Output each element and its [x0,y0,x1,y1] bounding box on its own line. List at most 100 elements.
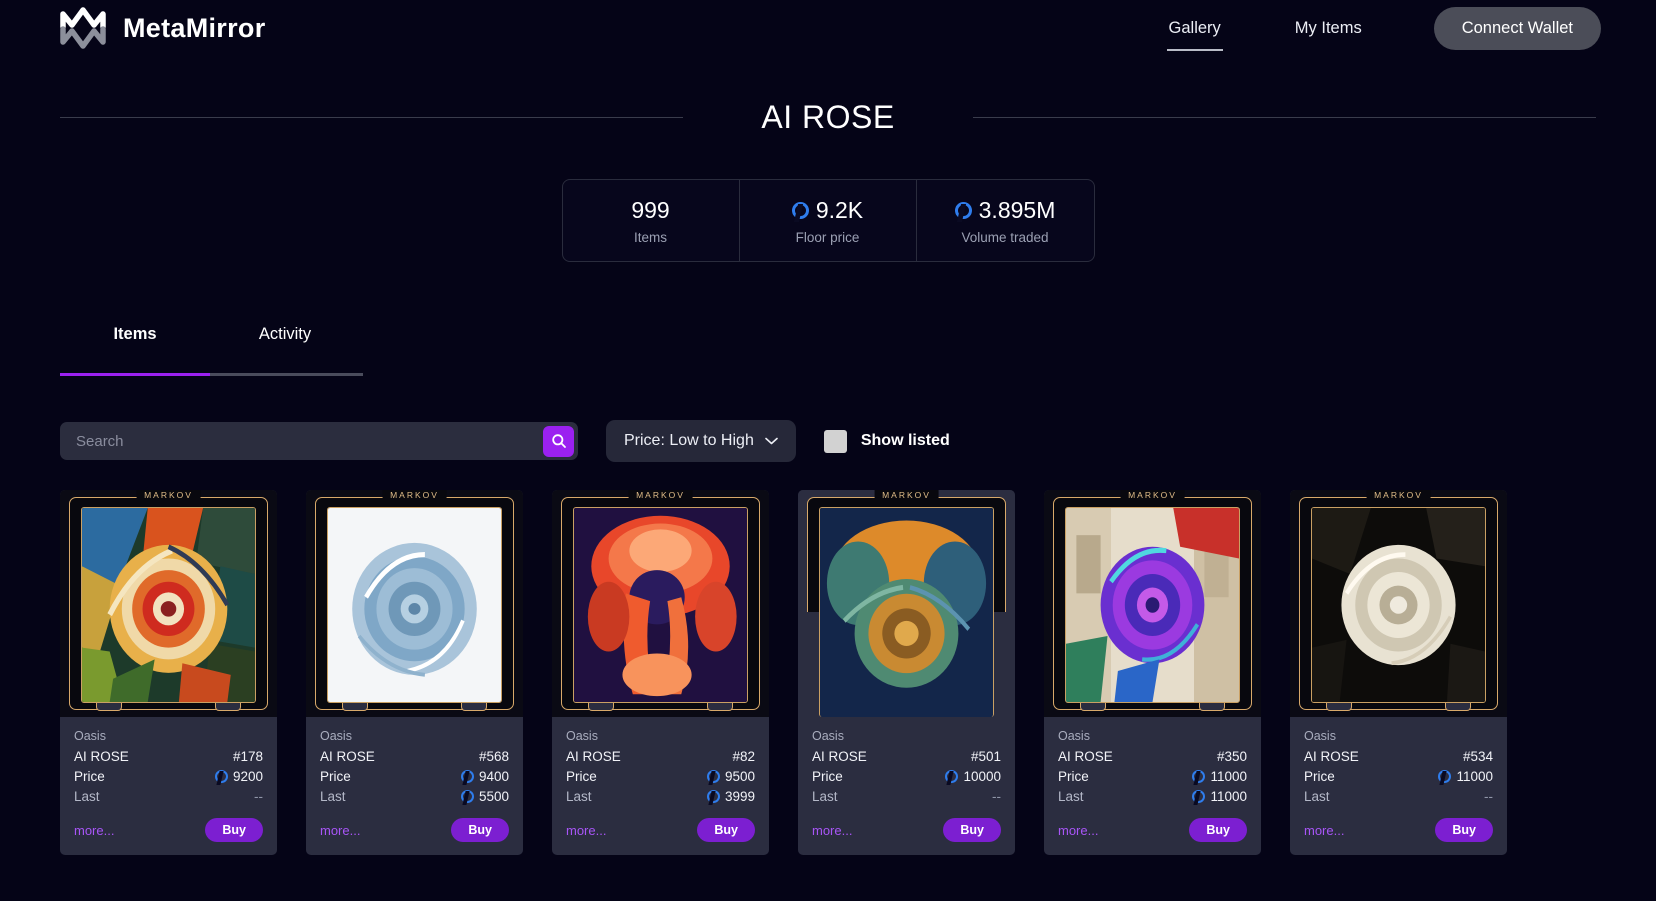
show-listed-checkbox[interactable] [823,429,847,453]
nft-frame-label: MARKOV [874,490,939,501]
nft-frame-label: MARKOV [382,490,447,501]
nft-price-row: Price 11000 [1304,769,1493,784]
nft-card-actions: more... Buy [566,818,755,843]
nft-artwork [81,507,256,704]
stat-items-value: 999 [631,197,670,223]
rose-artwork-2 [328,508,501,703]
nft-card[interactable]: MARKOV [1290,490,1507,856]
nft-last-label: Last [1304,789,1330,805]
connect-wallet-button[interactable]: Connect Wallet [1433,6,1601,50]
stat-floor-price-label: Floor price [795,230,860,246]
stat-floor-price-value: 9.2K [815,197,864,223]
nft-last-value: 5500 [478,789,509,805]
tab-items[interactable]: Items [60,325,210,376]
nft-collection: Oasis [1058,729,1090,744]
buy-button[interactable]: Buy [451,818,509,843]
chevron-down-icon [765,437,778,445]
more-link[interactable]: more... [1304,823,1344,838]
nft-last-value-wrap: 11000 [1192,789,1247,804]
nft-price-value: 11000 [1456,769,1493,785]
brand-logo[interactable]: MetaMirror [60,7,266,49]
show-listed-toggle[interactable]: Show listed [823,429,950,453]
nft-last-value: 3999 [724,789,755,805]
nft-card[interactable]: MARKOV [1044,490,1261,856]
nft-id: #534 [1462,749,1493,765]
app-root: MetaMirror Gallery My Items Connect Wall… [0,0,1656,901]
nft-name: AI ROSE [74,749,129,765]
nft-artwork [573,507,748,704]
stat-volume-label: Volume traded [961,230,1049,246]
nft-card[interactable]: MARKOV [552,490,769,856]
nft-card-info: Oasis AI ROSE #568 Price 9400 Last 5500 … [306,717,523,855]
nft-id: #178 [232,749,263,765]
stat-floor-price: 9.2K Floor price [740,180,917,262]
nft-name-row: AI ROSE #568 [320,749,509,764]
nav-item-gallery[interactable]: Gallery [1166,15,1224,51]
rose-artwork-5 [1066,508,1239,703]
nft-card[interactable]: MARKOV [306,490,523,856]
nft-frame-label: MARKOV [136,490,201,501]
search-box[interactable] [60,422,578,461]
nft-artwork [1311,507,1486,704]
more-link[interactable]: more... [566,823,606,838]
nft-card[interactable]: MARKOV [798,490,1015,856]
nft-price-row: Price 9500 [566,769,755,784]
nft-card-info: Oasis AI ROSE #534 Price 11000 Last -- m… [1290,717,1507,855]
nft-card-art[interactable]: MARKOV [306,490,523,718]
nft-price-value-wrap: 11000 [1438,769,1493,784]
currency-coin-icon [791,202,809,220]
buy-button[interactable]: Buy [1189,818,1247,843]
nft-price-value: 11000 [1210,769,1247,785]
more-link[interactable]: more... [812,823,852,838]
nft-card-art[interactable]: MARKOV [798,490,1015,718]
more-link[interactable]: more... [1058,823,1098,838]
nft-card-info: Oasis AI ROSE #82 Price 9500 Last 3999 m… [552,717,769,855]
rose-artwork-4 [820,508,993,718]
sort-dropdown[interactable]: Price: Low to High [606,420,796,463]
more-link[interactable]: more... [74,823,114,838]
nft-price-value: 9500 [724,769,755,785]
currency-coin-icon [1438,770,1452,784]
search-input[interactable] [76,432,543,450]
nft-name-row: AI ROSE #350 [1058,749,1247,764]
search-icon [551,434,566,449]
tab-bar: Items Activity [0,325,1656,377]
nft-price-value: 9200 [232,769,263,785]
filter-bar: Price: Low to High Show listed [0,420,1656,463]
buy-button[interactable]: Buy [943,818,1001,843]
nft-price-value-wrap: 9500 [706,769,755,785]
more-link[interactable]: more... [320,823,360,838]
nft-price-row: Price 10000 [812,769,1001,784]
nft-price-value: 10000 [963,769,1001,785]
nft-card-info: Oasis AI ROSE #501 Price 10000 Last -- m… [798,717,1015,855]
nft-price-label: Price [1058,769,1089,785]
stat-volume-value-row: 3.895M [917,197,1094,223]
buy-button[interactable]: Buy [1435,818,1493,843]
page-title: AI ROSE [761,99,895,135]
nft-price-value: 9400 [478,769,509,785]
nft-card-info: Oasis AI ROSE #350 Price 11000 Last 1100… [1044,717,1261,855]
nav-item-my-items[interactable]: My Items [1293,15,1364,42]
nft-card-art[interactable]: MARKOV [1044,490,1261,718]
tab-activity[interactable]: Activity [210,325,360,376]
nft-card-art[interactable]: MARKOV [60,490,277,718]
buy-button[interactable]: Buy [697,818,755,843]
nft-price-label: Price [74,769,105,785]
nft-card[interactable]: MARKOV [60,490,277,856]
buy-button[interactable]: Buy [205,818,263,843]
nft-card-art[interactable]: MARKOV [552,490,769,718]
nft-price-label: Price [812,769,843,785]
nft-last-value: -- [992,789,1001,805]
search-button[interactable] [543,425,574,457]
nft-last-row: Last 11000 [1058,789,1247,804]
tab-list: Items Activity [60,325,1656,376]
currency-coin-icon [460,790,474,804]
nft-price-value-wrap: 10000 [945,769,1001,784]
nft-last-row: Last -- [74,789,263,804]
nft-last-row: Last -- [812,789,1001,804]
nft-last-value-wrap: 3999 [706,789,755,805]
nft-last-value: -- [1484,789,1493,805]
nft-card-art[interactable]: MARKOV [1290,490,1507,718]
nft-name: AI ROSE [1058,749,1113,765]
nft-name-row: AI ROSE #82 [566,749,755,764]
